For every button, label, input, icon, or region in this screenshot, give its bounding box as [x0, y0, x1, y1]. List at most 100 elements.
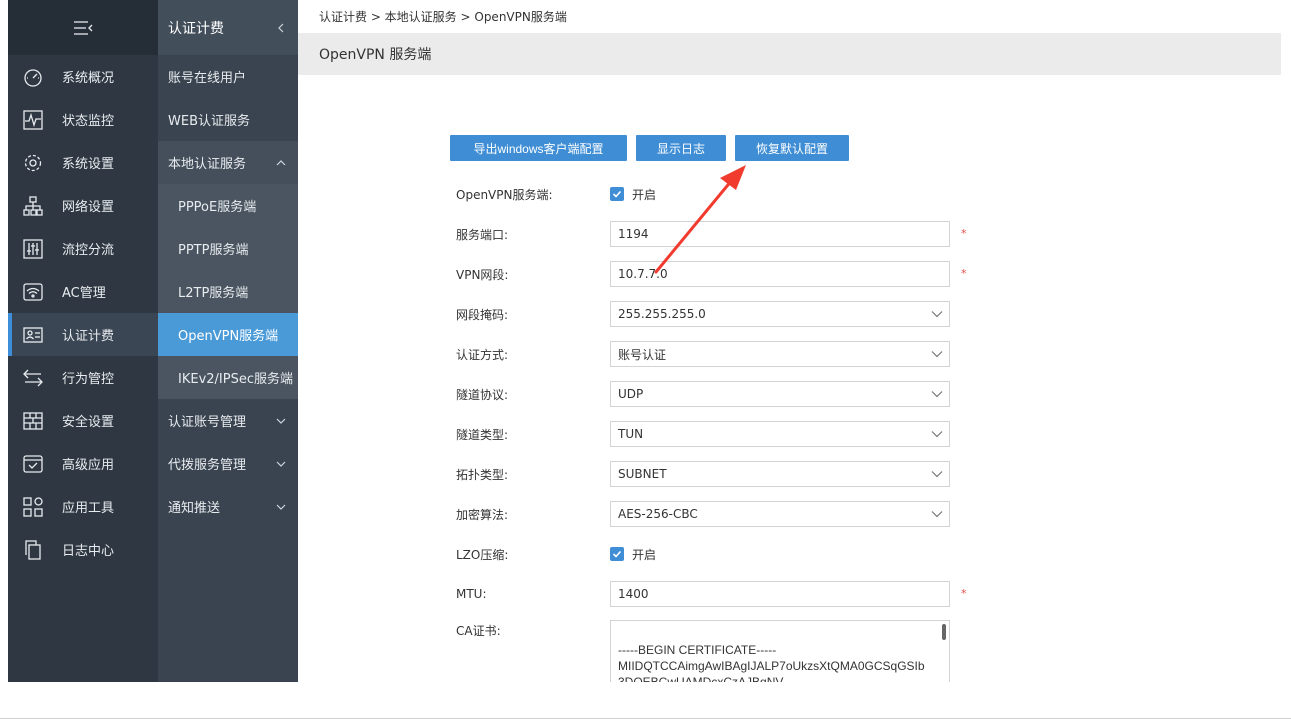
export-windows-config-button[interactable]: 导出windows客户端配置 [450, 135, 627, 161]
port-input[interactable]: 1194 [610, 221, 950, 247]
chevron-down-icon [276, 461, 286, 467]
form-row-mask: 网段掩码: 255.255.255.0 [456, 294, 996, 334]
nav2-item-label: OpenVPN服务端 [178, 329, 279, 344]
nav2-item-label: PPPoE服务端 [178, 200, 257, 215]
page-title: OpenVPN 服务端 [319, 47, 432, 63]
window-bottom-edge [0, 718, 1291, 719]
mtu-input[interactable]: 1400 [610, 581, 950, 607]
nav2-item-label: WEB认证服务 [168, 114, 250, 129]
network-icon [22, 195, 44, 217]
select-value: SUBNET [618, 467, 667, 481]
required-mark: * [961, 227, 967, 240]
menu-collapse-icon [74, 20, 93, 35]
form-row-tunnel-type: 隧道类型: TUN [456, 414, 996, 454]
primary-sidebar: 系统概况 状态监控 系统设置 网络设置 流控分流 AC管理 认证计费 行为管控 [8, 0, 158, 682]
netmask-select[interactable]: 255.255.255.0 [610, 301, 950, 327]
section-title: 认证计费 [168, 20, 224, 37]
field-label: 网段掩码: [456, 307, 509, 322]
nav2-sub-pppoe[interactable]: PPPoE服务端 [158, 184, 298, 227]
server-enable-checkbox[interactable]: 开启 [610, 186, 656, 203]
nav2-item-label: 认证账号管理 [168, 415, 247, 430]
nav-item-advanced[interactable]: 高级应用 [8, 442, 158, 485]
nav-item-security[interactable]: 安全设置 [8, 399, 158, 442]
select-value: 255.255.255.0 [618, 307, 706, 321]
form-row-ca: CA证书: -----BEGIN CERTIFICATE----- MIIDQT… [456, 614, 996, 682]
nav2-item-label: L2TP服务端 [178, 286, 249, 301]
secondary-sidebar-header: 认证计费 [158, 0, 298, 55]
nav2-item-label: IKEv2/IPSec服务端 [178, 372, 293, 387]
form-row-auth: 认证方式: 账号认证 [456, 334, 996, 374]
cipher-select[interactable]: AES-256-CBC [610, 501, 950, 527]
nav-item-ac[interactable]: AC管理 [8, 270, 158, 313]
breadcrumb: 认证计费 > 本地认证服务 > OpenVPN服务端 [298, 0, 1281, 33]
main-content: 认证计费 > 本地认证服务 > OpenVPN服务端 OpenVPN 服务端 导… [298, 0, 1281, 682]
form-row-lzo: LZO压缩: 开启 [456, 534, 996, 574]
nav-item-label: 日志中心 [62, 544, 115, 559]
ca-certificate-textarea[interactable]: -----BEGIN CERTIFICATE----- MIIDQTCCAimg… [610, 620, 950, 682]
nav-item-label: AC管理 [62, 286, 106, 301]
field-label: 隧道协议: [456, 387, 509, 402]
field-label: LZO压缩: [456, 547, 509, 562]
chevron-left-icon[interactable] [276, 23, 286, 33]
vpn-segment-input[interactable]: 10.7.7.0 [610, 261, 950, 287]
nav2-item-online-users[interactable]: 账号在线用户 [158, 55, 298, 98]
nav2-sub-openvpn[interactable]: OpenVPN服务端 [158, 313, 298, 356]
reset-default-button[interactable]: 恢复默认配置 [735, 135, 849, 161]
sliders-icon [22, 238, 44, 260]
show-log-button[interactable]: 显示日志 [636, 135, 726, 161]
nav-item-label: 系统概况 [62, 71, 115, 86]
nav-item-tools[interactable]: 应用工具 [8, 485, 158, 528]
nav-item-label: 高级应用 [62, 458, 115, 473]
checkmark-icon [610, 187, 624, 201]
nav2-sub-l2tp[interactable]: L2TP服务端 [158, 270, 298, 313]
nav2-sub-pptp[interactable]: PPTP服务端 [158, 227, 298, 270]
nav-item-label: 认证计费 [62, 329, 115, 344]
document-icon [22, 539, 44, 561]
tunnel-protocol-select[interactable]: UDP [610, 381, 950, 407]
chevron-down-icon [931, 431, 943, 438]
nav-item-flow-control[interactable]: 流控分流 [8, 227, 158, 270]
ca-certificate-text: -----BEGIN CERTIFICATE----- MIIDQTCCAimg… [618, 643, 925, 682]
field-label: VPN网段: [456, 267, 509, 282]
nav-item-auth-billing[interactable]: 认证计费 [8, 313, 158, 356]
chevron-down-icon [931, 351, 943, 358]
nav-item-settings[interactable]: 系统设置 [8, 141, 158, 184]
nav-item-overview[interactable]: 系统概况 [8, 55, 158, 98]
field-label: 隧道类型: [456, 427, 509, 442]
nav2-sub-ikev2[interactable]: IKEv2/IPSec服务端 [158, 356, 298, 399]
apps-icon [22, 496, 44, 518]
chevron-up-icon [276, 159, 286, 165]
nav-item-network[interactable]: 网络设置 [8, 184, 158, 227]
nav2-group-notify[interactable]: 通知推送 [158, 485, 298, 528]
nav-item-label: 安全设置 [62, 415, 115, 430]
select-value: AES-256-CBC [618, 507, 698, 521]
checkbox-label: 开启 [632, 187, 657, 202]
field-label: MTU: [456, 587, 487, 601]
id-card-icon [22, 324, 44, 346]
chevron-down-icon [276, 418, 286, 424]
chevron-down-icon [931, 471, 943, 478]
nav-item-label: 流控分流 [62, 243, 115, 258]
nav-item-logs[interactable]: 日志中心 [8, 528, 158, 571]
topology-select[interactable]: SUBNET [610, 461, 950, 487]
lzo-enable-checkbox[interactable]: 开启 [610, 546, 656, 563]
nav-item-behavior[interactable]: 行为管控 [8, 356, 158, 399]
nav2-group-local-auth[interactable]: 本地认证服务 [158, 141, 298, 184]
nav2-group-dial-mgmt[interactable]: 代拨服务管理 [158, 442, 298, 485]
menu-toggle-button[interactable] [8, 0, 158, 55]
nav-item-label: 系统设置 [62, 157, 115, 172]
tunnel-type-select[interactable]: TUN [610, 421, 950, 447]
select-value: UDP [618, 387, 644, 401]
nav2-group-account-mgmt[interactable]: 认证账号管理 [158, 399, 298, 442]
nav2-item-web-auth[interactable]: WEB认证服务 [158, 98, 298, 141]
auth-method-select[interactable]: 账号认证 [610, 341, 950, 367]
select-value: TUN [618, 427, 644, 441]
nav2-item-label: 通知推送 [168, 501, 221, 516]
nav-item-label: 应用工具 [62, 501, 115, 516]
app-window: 系统概况 状态监控 系统设置 网络设置 流控分流 AC管理 认证计费 行为管控 [8, 0, 1281, 682]
checklist-icon [22, 453, 44, 475]
toolbar: 导出windows客户端配置 显示日志 恢复默认配置 [450, 135, 849, 161]
nav-item-monitor[interactable]: 状态监控 [8, 98, 158, 141]
pulse-icon [22, 109, 44, 131]
textarea-scrollbar[interactable] [942, 624, 946, 640]
